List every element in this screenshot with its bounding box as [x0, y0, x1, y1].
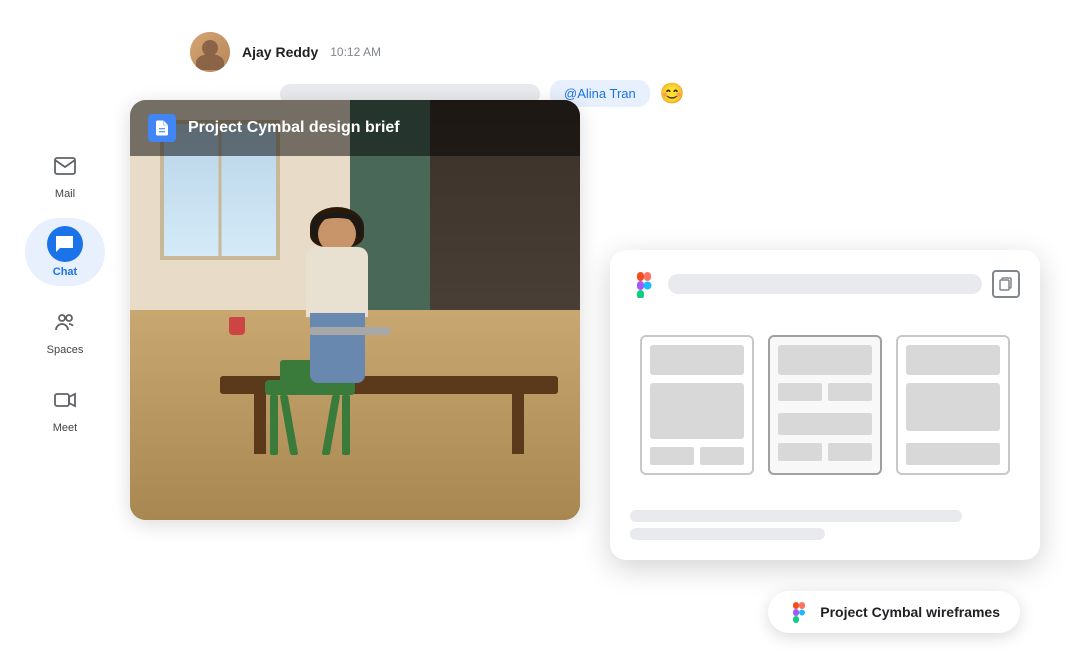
- mug: [229, 317, 245, 335]
- wf-mid-1: [650, 383, 744, 439]
- message-timestamp: 10:12 AM: [330, 45, 381, 59]
- spaces-icon: [53, 310, 77, 334]
- figma-logo: [630, 270, 658, 298]
- person-legs: [310, 313, 365, 383]
- laptop: [310, 327, 390, 335]
- figma-footer-line1: [630, 510, 962, 522]
- spaces-icon-wrap: [47, 304, 83, 340]
- doc-card-header: Project Cymbal design brief: [130, 100, 580, 156]
- wf-small-2: [778, 413, 872, 435]
- wf-cell-2d: [828, 443, 872, 461]
- wireframe-box-2: [768, 335, 882, 475]
- wf-row-2b: [778, 443, 872, 461]
- sidebar-item-meet[interactable]: Meet: [25, 374, 105, 442]
- meet-icon: [53, 388, 77, 412]
- wf-cell-2c: [778, 443, 822, 461]
- wireframe-box-1: [640, 335, 754, 475]
- wf-row-2a: [778, 383, 872, 401]
- person-body: [306, 247, 368, 317]
- chat-icon: [53, 232, 77, 256]
- figma-copy-button[interactable]: [992, 270, 1020, 298]
- sidebar-item-spaces[interactable]: Spaces: [25, 296, 105, 364]
- wf-top-3: [906, 345, 1000, 375]
- wf-cell-2b: [828, 383, 872, 401]
- room-scene: [130, 100, 580, 520]
- sidebar-item-chat[interactable]: Chat: [25, 218, 105, 286]
- person: [288, 215, 388, 415]
- message-emoji: 😊: [660, 81, 685, 106]
- figma-footer-line2: [630, 528, 825, 540]
- doc-icon: [148, 114, 176, 142]
- sender-name: Ajay Reddy: [242, 44, 318, 60]
- main-scene: Mail Chat Spaces: [0, 0, 1080, 661]
- mail-label: Mail: [55, 188, 75, 200]
- wireframe-box-3: [896, 335, 1010, 475]
- person-headphones: [312, 213, 362, 237]
- wf-top-1: [650, 345, 744, 375]
- wf-top-2: [778, 345, 872, 375]
- doc-card[interactable]: Project Cymbal design brief: [130, 100, 580, 520]
- avatar-image: [190, 32, 230, 72]
- figma-card-inner: [610, 250, 1040, 560]
- avatar: [190, 32, 230, 72]
- figma-card[interactable]: [610, 250, 1040, 560]
- chair-leg: [270, 395, 278, 455]
- wf-cell-2a: [778, 383, 822, 401]
- wf-row-1: [650, 447, 744, 465]
- copy-icon: [999, 277, 1013, 291]
- sidebar-item-mail[interactable]: Mail: [25, 140, 105, 208]
- meet-label: Meet: [53, 422, 77, 434]
- spaces-label: Spaces: [47, 344, 84, 356]
- wf-cell-1b: [700, 447, 744, 465]
- wf-mid-3: [906, 383, 1000, 431]
- project-label: Project Cymbal wireframes: [768, 591, 1020, 633]
- sidebar: Mail Chat Spaces: [0, 0, 130, 661]
- chat-icon-wrap: [47, 226, 83, 262]
- project-label-figma-icon: [788, 601, 810, 623]
- message-header: Ajay Reddy 10:12 AM: [190, 32, 381, 72]
- chat-label: Chat: [53, 266, 77, 278]
- figma-wireframes: [630, 314, 1020, 496]
- mail-icon: [53, 154, 77, 178]
- project-label-text: Project Cymbal wireframes: [820, 604, 1000, 620]
- figma-footer: [630, 510, 1020, 540]
- wf-small-3: [906, 443, 1000, 465]
- docs-icon-svg: [153, 119, 171, 137]
- meet-icon-wrap: [47, 382, 83, 418]
- wf-cell-1a: [650, 447, 694, 465]
- figma-header-row: [630, 270, 1020, 298]
- mail-icon-wrap: [47, 148, 83, 184]
- figma-url-bar: [668, 274, 982, 294]
- doc-title: Project Cymbal design brief: [188, 119, 400, 137]
